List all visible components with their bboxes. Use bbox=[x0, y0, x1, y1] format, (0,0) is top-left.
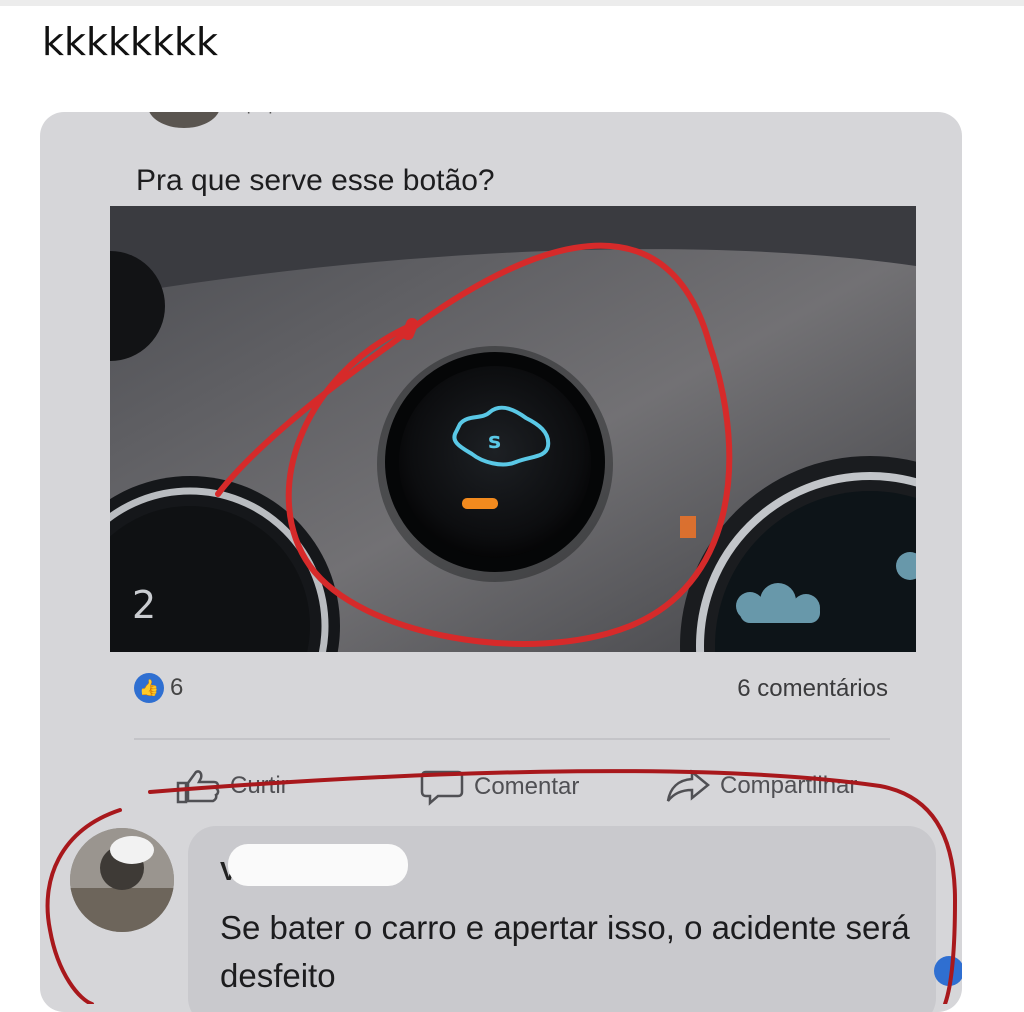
post-photo[interactable]: 2 s bbox=[110, 206, 916, 652]
reactions-summary[interactable]: 👍 6 bbox=[134, 673, 183, 703]
like-button[interactable]: Curtir bbox=[176, 768, 289, 804]
gauge-number: 2 bbox=[132, 583, 156, 627]
comment-text: Se bater o carro e apertar isso, o acide… bbox=[220, 909, 910, 994]
comments-count-link[interactable]: 6 comentários bbox=[737, 675, 888, 703]
facebook-post-card: · · Pra que serve esse botão? 2 s 👍 6 6 … bbox=[40, 112, 962, 1012]
comment-button[interactable]: Comentar bbox=[420, 768, 579, 806]
like-reaction-icon: 👍 bbox=[134, 673, 164, 703]
comment-bubble: Vitor Se bater o carro e apertar isso, o… bbox=[188, 826, 936, 1012]
post-text: Pra que serve esse botão? bbox=[136, 164, 495, 197]
post-caption: kkkkkkkk bbox=[42, 20, 219, 64]
like-label: Curtir bbox=[230, 772, 289, 799]
post-actions-bar: Curtir Comentar Compartilhar bbox=[176, 768, 916, 812]
avatar-photo bbox=[70, 828, 174, 932]
comment-like-icon bbox=[934, 956, 962, 986]
speech-bubble-icon bbox=[420, 770, 464, 806]
name-redaction bbox=[228, 844, 408, 886]
post-meta: · · bbox=[246, 112, 280, 121]
share-button[interactable]: Compartilhar bbox=[666, 768, 857, 804]
reaction-count: 6 bbox=[170, 674, 184, 701]
share-label: Compartilhar bbox=[720, 772, 858, 799]
divider bbox=[134, 738, 890, 740]
poster-avatar[interactable] bbox=[148, 112, 220, 128]
commenter-avatar[interactable] bbox=[70, 828, 174, 932]
dashboard-photo: 2 s bbox=[110, 206, 916, 652]
svg-text:s: s bbox=[488, 429, 501, 454]
share-arrow-icon bbox=[666, 769, 710, 802]
comment-label: Comentar bbox=[474, 773, 580, 800]
thumbs-up-icon bbox=[176, 770, 220, 804]
top-status-strip bbox=[0, 0, 1024, 6]
orange-indicator bbox=[462, 498, 498, 509]
